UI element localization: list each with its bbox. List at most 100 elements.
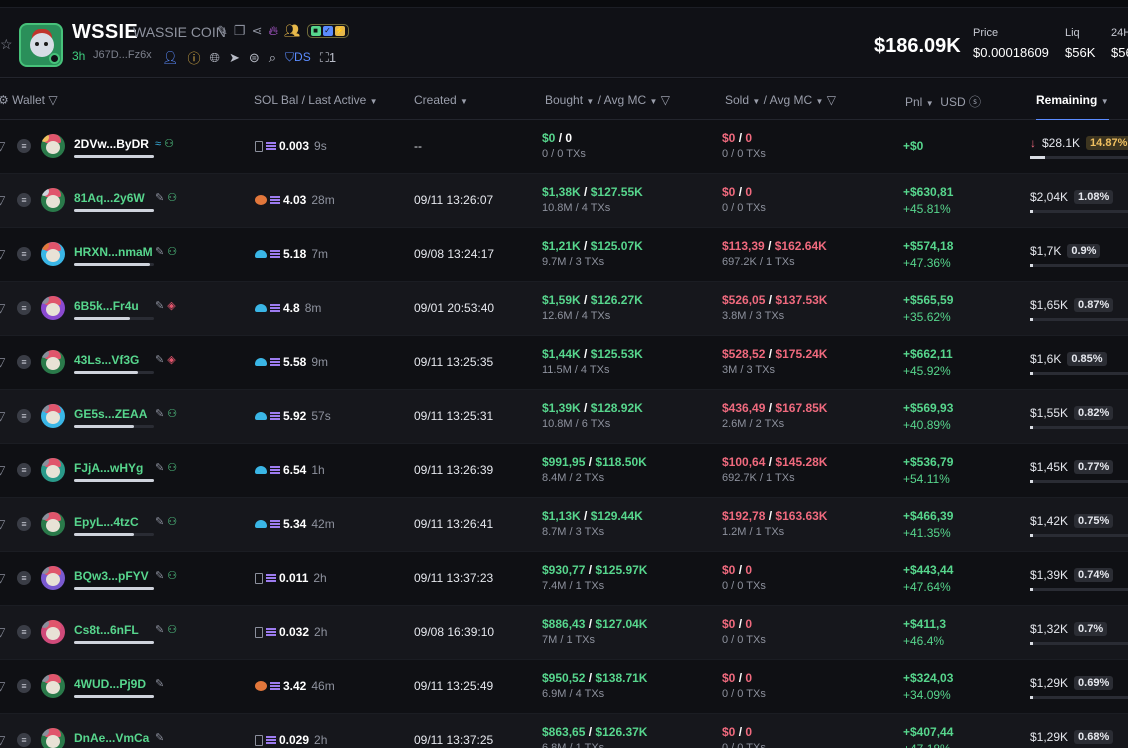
remaining-cell: $1,7K 0.9% (1030, 244, 1101, 258)
row-menu-icon[interactable]: ≡ (17, 247, 31, 261)
wallet-address[interactable]: 6B5k...Fr4u (74, 299, 139, 313)
filter-wallet-icon[interactable]: ▽ (0, 733, 5, 747)
row-menu-icon[interactable]: ≡ (17, 625, 31, 639)
follow-user-icon[interactable]: ⚇ (167, 516, 177, 528)
follow-user-icon[interactable]: ⚇ (167, 192, 177, 204)
row-menu-icon[interactable]: ≡ (17, 679, 31, 693)
row-menu-icon[interactable]: ≡ (17, 139, 31, 153)
edit-name-icon[interactable]: ✎ (155, 408, 164, 420)
bought-cell: $1,39K / $128.92K 10.8M / 6 TXs (542, 401, 643, 430)
filter-wallet-icon[interactable]: ▽ (0, 409, 5, 423)
wallet-address[interactable]: EpyL...4tzC (74, 515, 139, 529)
edit-icon[interactable]: ✎ (217, 23, 228, 39)
row-menu-icon[interactable]: ≡ (17, 409, 31, 423)
edit-name-icon[interactable]: ✎ (155, 570, 164, 582)
table-row[interactable]: ▽ ≡ DnAe...VmCa ✎ 0.029 2h 09/11 13:37:2… (0, 714, 1128, 748)
follow-user-icon[interactable]: ⚇ (167, 246, 177, 258)
filter-wallet-icon[interactable]: ▽ (0, 463, 5, 477)
edit-name-icon[interactable]: ✎ (155, 246, 164, 258)
row-menu-icon[interactable]: ≡ (17, 517, 31, 531)
filter-wallet-icon[interactable]: ▽ (0, 571, 5, 585)
follow-user-icon[interactable]: ⚇ (167, 624, 177, 636)
contract-address[interactable]: J67D...Fz6x (93, 49, 152, 61)
telegram-icon[interactable]: ➤ (229, 50, 240, 66)
table-row[interactable]: ▽ ≡ HRXN...nmaM ✎ ⚇ 5.18 7m 09/08 13:24:… (0, 228, 1128, 282)
remaining-column-header[interactable]: Remaining ▼ (1036, 93, 1109, 121)
row-menu-icon[interactable]: ≡ (17, 463, 31, 477)
edit-name-icon[interactable]: ✎ (155, 462, 164, 474)
row-menu-icon[interactable]: ≡ (17, 193, 31, 207)
edit-name-icon[interactable]: ✎ (155, 624, 164, 636)
table-header: ⚙ Wallet ▽ SOL Bal / Last Active ▼ Creat… (0, 79, 1128, 121)
wallet-address[interactable]: HRXN...nmaM (74, 245, 153, 259)
favorite-star-icon[interactable]: ☆ (0, 36, 13, 53)
follow-user-icon[interactable]: ⚇ (167, 462, 177, 474)
dexscreener-link[interactable]: ⛉DS (285, 50, 311, 65)
sol-balance: 0.003 9s (255, 139, 327, 153)
market-cap: $186.09K (874, 35, 961, 57)
table-row[interactable]: ▽ ≡ GE5s...ZEAA ✎ ⚇ 5.92 57s 09/11 13:25… (0, 390, 1128, 444)
row-menu-icon[interactable]: ≡ (17, 355, 31, 369)
sol-bal-column-header[interactable]: SOL Bal / Last Active ▼ (254, 93, 378, 107)
pnl-column-header[interactable]: Pnl ▼ USD ⓢ (905, 93, 981, 110)
filter-wallet-icon[interactable]: ▽ (0, 355, 5, 369)
wallet-address[interactable]: GE5s...ZEAA (74, 407, 147, 421)
table-row[interactable]: ▽ ≡ 43Ls...Vf3G ✎ ◈ 5.58 9m 09/11 13:25:… (0, 336, 1128, 390)
table-row[interactable]: ▽ ≡ EpyL...4tzC ✎ ⚇ 5.34 42m 09/11 13:26… (0, 498, 1128, 552)
filter-wallet-icon[interactable]: ▽ (0, 517, 5, 531)
token-full-name: WASSIE COIN (133, 24, 226, 40)
created-column-header[interactable]: Created ▼ (414, 93, 468, 107)
table-row[interactable]: ▽ ≡ 2DVw...ByDR ≈ ⚇ 0.003 9s -- $0 / 0 0… (0, 120, 1128, 174)
table-row[interactable]: ▽ ≡ 6B5k...Fr4u ✎ ◈ 4.8 8m 09/01 20:53:4… (0, 282, 1128, 336)
wallet-address[interactable]: Cs8t...6nFL (74, 623, 139, 637)
edit-name-icon[interactable]: ✎ (155, 354, 164, 366)
search-icon[interactable]: ⌕ (269, 50, 276, 66)
copy-icon[interactable]: ❐ (234, 23, 246, 39)
filter-wallet-icon[interactable]: ▽ (0, 679, 5, 693)
table-row[interactable]: ▽ ≡ Cs8t...6nFL ✎ ⚇ 0.032 2h 09/08 16:39… (0, 606, 1128, 660)
table-row[interactable]: ▽ ≡ 4WUD...Pj9D ✎ 3.42 46m 09/11 13:25:4… (0, 660, 1128, 714)
follow-user-icon[interactable]: ⚇ (164, 138, 174, 150)
edit-name-icon[interactable]: ✎ (155, 300, 164, 312)
follow-user-icon[interactable]: ⚇ (167, 570, 177, 582)
wallet-address[interactable]: BQw3...pFYV (74, 569, 149, 583)
sold-column-header[interactable]: Sold ▼ / Avg MC ▼ ▽ (725, 93, 836, 107)
last-active: 2h (314, 625, 328, 639)
table-row[interactable]: ▽ ≡ 81Aq...2y6W ✎ ⚇ 4.03 28m 09/11 13:26… (0, 174, 1128, 228)
wallet-column-header[interactable]: ⚙ Wallet ▽ (0, 93, 58, 107)
pumpfun-icon[interactable]: ⊜ (249, 50, 260, 66)
filter-wallet-icon[interactable]: ▽ (0, 247, 5, 261)
row-menu-icon[interactable]: ≡ (17, 301, 31, 315)
remaining-bar (1030, 156, 1128, 159)
wallet-address[interactable]: 43Ls...Vf3G (74, 353, 139, 367)
remaining-percent-badge: 0.7% (1074, 622, 1108, 636)
edit-name-icon[interactable]: ✎ (155, 678, 164, 690)
row-menu-icon[interactable]: ≡ (17, 733, 31, 747)
wallet-address[interactable]: 2DVw...ByDR (74, 137, 149, 151)
filter-wallet-icon[interactable]: ▽ (0, 625, 5, 639)
bought-column-header[interactable]: Bought ▼ / Avg MC ▼ ▽ (545, 93, 670, 107)
sold-cell: $528,52 / $175.24K 3M / 3 TXs (722, 347, 828, 376)
edit-name-icon[interactable]: ✎ (155, 732, 164, 744)
follow-user-icon[interactable]: ⚇ (167, 408, 177, 420)
audit-badges[interactable]: ■ ✓ ⚡ (306, 24, 349, 38)
wallet-address[interactable]: FJjA...wHYg (74, 461, 143, 475)
wallet-icon (255, 734, 263, 746)
table-row[interactable]: ▽ ≡ FJjA...wHYg ✎ ⚇ 6.54 1h 09/11 13:26:… (0, 444, 1128, 498)
wallet-address[interactable]: 4WUD...Pj9D (74, 677, 146, 691)
holders-badge-icon[interactable]: ⛶1 (320, 50, 336, 66)
filter-wallet-icon[interactable]: ▽ (0, 193, 5, 207)
dev-user-icon[interactable]: 👤︎ (162, 50, 179, 66)
edit-name-icon[interactable]: ✎ (155, 516, 164, 528)
website-globe-icon[interactable]: 🌐︎ (210, 50, 220, 66)
wallet-address[interactable]: 81Aq...2y6W (74, 191, 145, 205)
pnl-cell: +$662,11 +45.92% (903, 347, 953, 378)
edit-name-icon[interactable]: ✎ (155, 192, 164, 204)
filter-wallet-icon[interactable]: ▽ (0, 139, 5, 153)
filter-wallet-icon[interactable]: ▽ (0, 301, 5, 315)
wallet-address[interactable]: DnAe...VmCa (74, 731, 149, 745)
warning-icon[interactable]: ⓘ (188, 48, 201, 67)
share-icon[interactable]: ⋖ (252, 23, 263, 39)
table-row[interactable]: ▽ ≡ BQw3...pFYV ✎ ⚇ 0.011 2h 09/11 13:37… (0, 552, 1128, 606)
row-menu-icon[interactable]: ≡ (17, 571, 31, 585)
